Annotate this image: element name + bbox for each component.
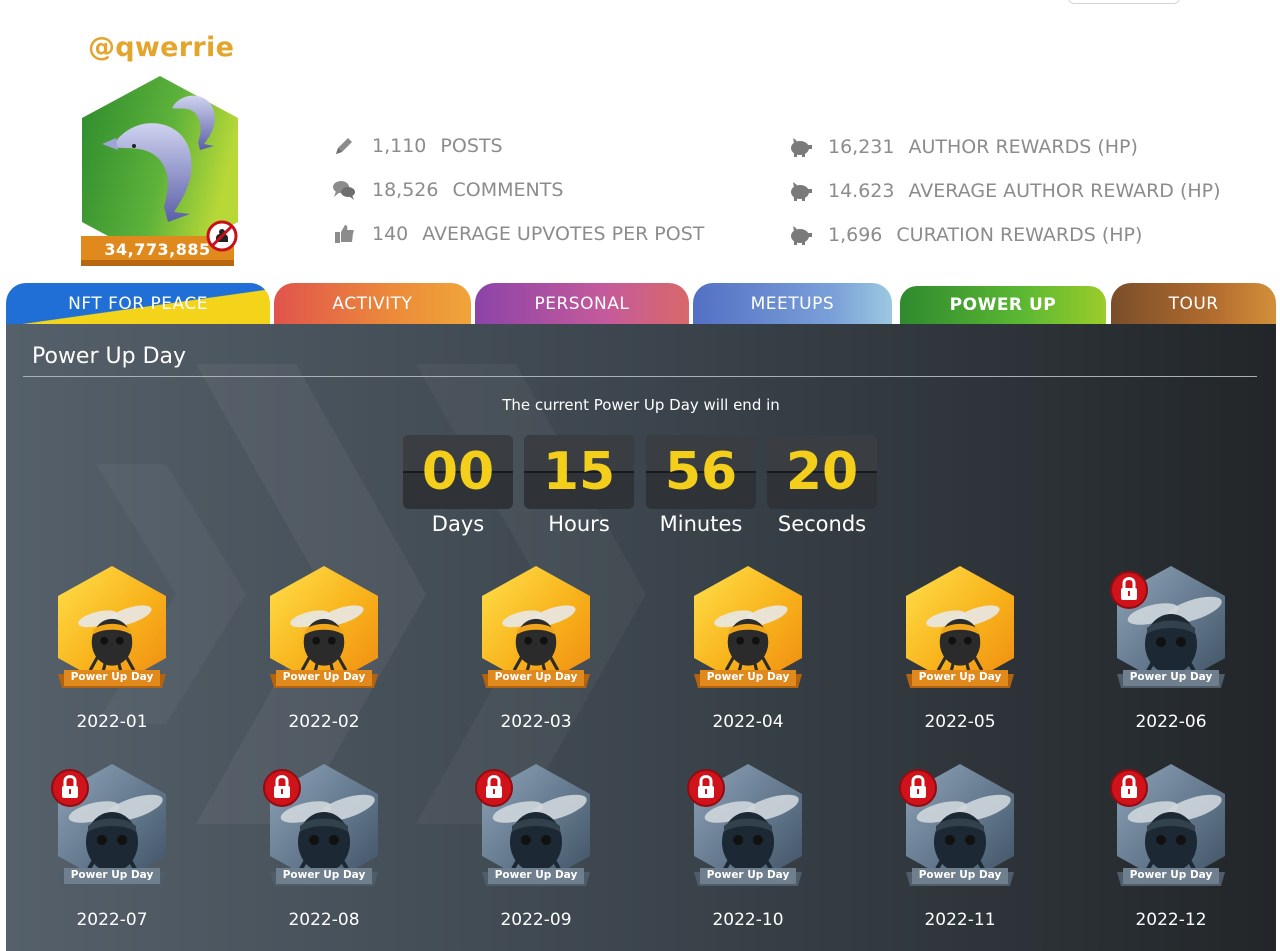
countdown-unit: Days: [431, 512, 485, 536]
no-bot-icon: [206, 220, 238, 252]
badge-ribbon-label: Power Up Day: [70, 869, 154, 881]
badge-unlocked[interactable]: Power Up Day 2022-04: [690, 562, 806, 732]
piggy-bank-icon: [788, 179, 812, 203]
badge-ribbon-label: Power Up Day: [494, 869, 578, 881]
panel-title: Power Up Day: [32, 344, 187, 369]
badge-ribbon-label: Power Up Day: [494, 671, 578, 683]
stat-value: 14.623: [828, 180, 895, 202]
title-divider: [23, 376, 1257, 377]
countdown-value: 20: [785, 442, 859, 502]
stat-author-rewards: 16,231 AUTHOR REWARDS (HP): [788, 135, 1138, 159]
stat-value: 140: [372, 223, 409, 245]
piggy-bank-icon: [788, 135, 812, 159]
badge-ribbon-label: Power Up Day: [70, 671, 154, 683]
stat-value: 1,110: [372, 135, 427, 157]
stat-label: COMMENTS: [452, 179, 564, 201]
badge-locked[interactable]: Power Up Day 2022-11: [899, 760, 1018, 930]
tab-activity[interactable]: ACTIVITY: [274, 283, 471, 324]
lock-icon: [687, 769, 725, 807]
stat-average-author-reward: 14.623 AVERAGE AUTHOR REWARD (HP): [788, 179, 1221, 203]
badge-locked[interactable]: Power Up Day 2022-07: [51, 760, 170, 930]
badge-locked[interactable]: Power Up Day 2022-12: [1110, 760, 1229, 930]
countdown-seconds: 20: [767, 435, 877, 509]
badge-month: 2022-12: [1135, 910, 1207, 930]
stat-value: 18,526: [372, 179, 439, 201]
tab-personal[interactable]: PERSONAL: [474, 283, 690, 324]
badge-month: 2022-09: [500, 910, 572, 930]
badge-ribbon-label: Power Up Day: [918, 869, 1002, 881]
badge-month: 2022-10: [712, 910, 784, 930]
countdown-label: The current Power Up Day will end in: [502, 396, 780, 414]
stat-upvotes: 140 AVERAGE UPVOTES PER POST: [332, 222, 704, 246]
badge-month: 2022-11: [924, 910, 996, 930]
lock-icon: [51, 769, 89, 807]
badge-ribbon-label: Power Up Day: [282, 671, 366, 683]
countdown-value: 15: [542, 442, 616, 502]
badge-ribbon-label: Power Up Day: [1129, 869, 1213, 881]
lock-icon: [1110, 769, 1148, 807]
badge-month: 2022-03: [500, 712, 572, 732]
top-menu-pill[interactable]: [1068, 0, 1180, 4]
lock-icon: [475, 769, 513, 807]
countdown-unit: Seconds: [777, 512, 867, 536]
badge-ribbon-label: Power Up Day: [1129, 671, 1213, 683]
badge-month: 2022-01: [76, 712, 148, 732]
username: @qwerrie: [88, 32, 235, 63]
countdown-minutes: 56: [646, 435, 756, 509]
countdown-unit: Hours: [548, 512, 610, 536]
badge-unlocked[interactable]: Power Up Day 2022-05: [902, 562, 1018, 732]
comments-icon: [332, 178, 356, 202]
countdown-days: 00: [403, 435, 513, 509]
badge-ribbon-label: Power Up Day: [918, 671, 1002, 683]
badge-month: 2022-02: [288, 712, 360, 732]
stat-comments: 18,526 COMMENTS: [332, 178, 563, 202]
badge-ribbon-label: Power Up Day: [706, 671, 790, 683]
stat-label: CURATION REWARDS (HP): [896, 224, 1143, 246]
badge-month: 2022-04: [712, 712, 784, 732]
lock-icon: [1110, 571, 1148, 609]
badge-locked[interactable]: Power Up Day 2022-09: [475, 760, 594, 930]
stat-label: AVERAGE UPVOTES PER POST: [422, 223, 705, 245]
stat-curation-rewards: 1,696 CURATION REWARDS (HP): [788, 223, 1142, 247]
badge-ribbon-label: Power Up Day: [706, 869, 790, 881]
power-up-panel: Power Up Day The current Power Up Day wi…: [6, 324, 1276, 951]
tab-power-up[interactable]: POWER UP: [896, 283, 1110, 324]
tab-meetups[interactable]: MEETUPS: [693, 283, 892, 324]
hive-logo-watermark: [96, 364, 646, 824]
stat-posts: 1,110 POSTS: [332, 134, 503, 158]
badge-locked[interactable]: Power Up Day 2022-10: [687, 760, 806, 930]
countdown-value: 56: [664, 442, 738, 502]
badge-month: 2022-06: [1135, 712, 1207, 732]
countdown-value: 00: [421, 442, 495, 502]
badge-unlocked[interactable]: Power Up Day 2022-03: [478, 562, 594, 732]
stat-label: AVERAGE AUTHOR REWARD (HP): [908, 180, 1221, 202]
stat-label: AUTHOR REWARDS (HP): [908, 136, 1138, 158]
tab-nft-for-peace[interactable]: NFT FOR PEACE: [6, 283, 271, 324]
countdown-hours: 15: [524, 435, 634, 509]
badge-unlocked[interactable]: Power Up Day 2022-01: [54, 562, 170, 732]
piggy-bank-icon: [788, 223, 812, 247]
stat-label: POSTS: [440, 135, 503, 157]
lock-icon: [899, 769, 937, 807]
badge-ribbon-label: Power Up Day: [282, 869, 366, 881]
thumbs-up-icon: [332, 222, 356, 246]
badge-locked[interactable]: Power Up Day 2022-08: [263, 760, 382, 930]
lock-icon: [263, 769, 301, 807]
pencil-icon: [332, 134, 356, 158]
badge-month: 2022-08: [288, 910, 360, 930]
tab-bar: NFT FOR PEACE ACTIVITY PERSONAL MEETUPS …: [6, 283, 1276, 324]
badge-locked[interactable]: Power Up Day 2022-06: [1110, 562, 1229, 732]
badge-month: 2022-05: [924, 712, 996, 732]
countdown-unit: Minutes: [659, 512, 743, 536]
stat-value: 1,696: [828, 224, 883, 246]
badge-unlocked[interactable]: Power Up Day 2022-02: [266, 562, 382, 732]
tab-tour[interactable]: TOUR: [1111, 283, 1276, 324]
badge-month: 2022-07: [76, 910, 148, 930]
stat-value: 16,231: [828, 136, 895, 158]
